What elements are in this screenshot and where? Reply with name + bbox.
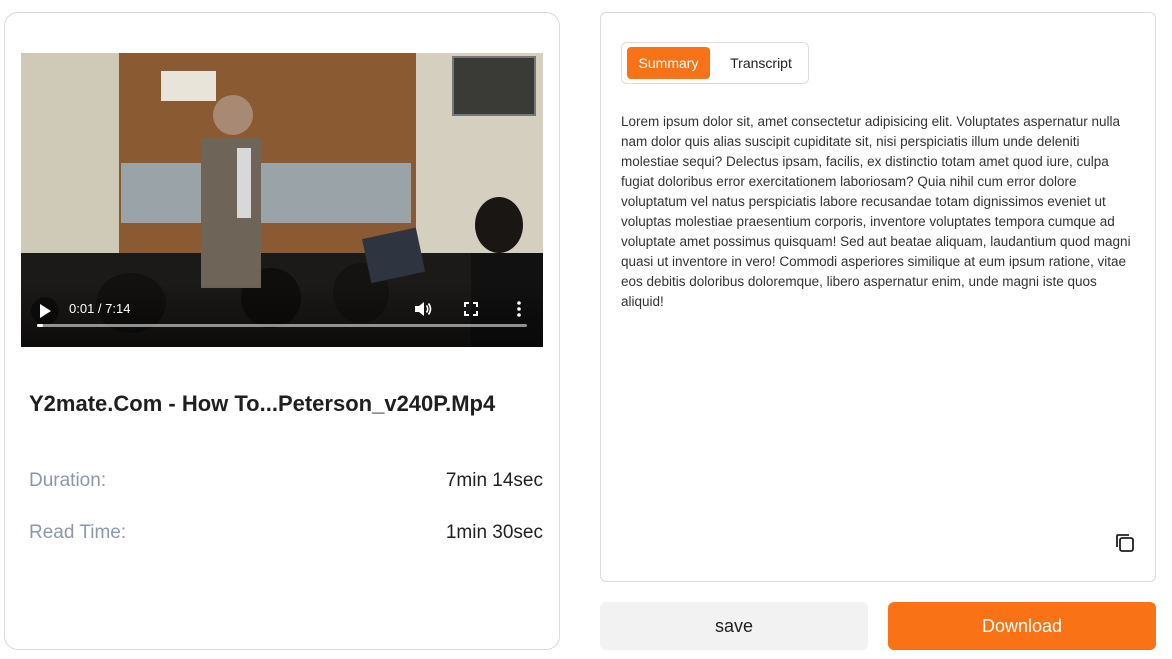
duration-label: Duration: bbox=[29, 470, 107, 491]
read-time-value: 1min 30sec bbox=[445, 522, 543, 543]
volume-icon bbox=[415, 302, 432, 316]
fullscreen-icon bbox=[464, 302, 478, 316]
video-controls-bar: 0:01 / 7:14 bbox=[21, 283, 543, 347]
copy-icon bbox=[1116, 534, 1134, 552]
summary-text: Lorem ipsum dolor sit, amet consectetur … bbox=[621, 114, 1131, 309]
fullscreen-button[interactable] bbox=[461, 299, 481, 319]
video-progress-fill bbox=[37, 324, 43, 327]
tab-group: Summary Transcript bbox=[621, 42, 809, 84]
duration-value: 7min 14sec bbox=[445, 470, 543, 491]
copy-button[interactable] bbox=[1113, 531, 1137, 555]
video-progress-bar[interactable] bbox=[37, 324, 527, 327]
video-player[interactable]: 0:01 / 7:14 bbox=[21, 53, 543, 347]
video-time-display: 0:01 / 7:14 bbox=[69, 301, 131, 316]
volume-button[interactable] bbox=[413, 299, 433, 319]
video-info-card: 0:01 / 7:14 Y2mate.Com - How To...Peters… bbox=[4, 12, 560, 650]
more-options-icon bbox=[517, 301, 521, 317]
tab-transcript[interactable]: Transcript bbox=[718, 47, 804, 79]
read-time-label: Read Time: bbox=[29, 522, 127, 543]
play-button[interactable] bbox=[31, 297, 59, 325]
tab-summary[interactable]: Summary bbox=[627, 47, 710, 79]
save-button[interactable]: save bbox=[600, 602, 868, 650]
more-options-button[interactable] bbox=[509, 299, 529, 319]
download-button[interactable]: Download bbox=[888, 602, 1156, 650]
play-icon bbox=[40, 304, 51, 318]
summary-panel: Summary Transcript Lorem ipsum dolor sit… bbox=[600, 12, 1156, 582]
video-title: Y2mate.Com - How To...Peterson_v240P.Mp4 bbox=[29, 391, 496, 416]
